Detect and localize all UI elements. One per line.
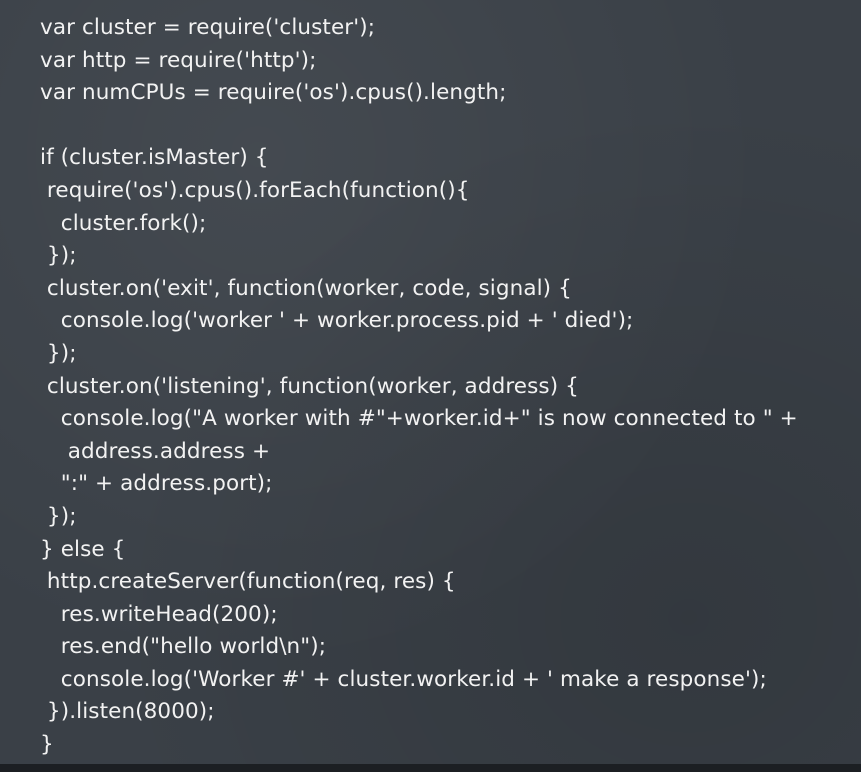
code-line: cluster.fork(); xyxy=(40,210,207,236)
code-line: console.log('Worker #' + cluster.worker.… xyxy=(40,666,767,692)
code-line: }); xyxy=(40,340,77,366)
code-block: var cluster = require('cluster'); var ht… xyxy=(40,12,850,762)
code-line: cluster.on('exit', function(worker, code… xyxy=(40,275,572,301)
code-line: require('os').cpus().forEach(function(){ xyxy=(40,177,470,203)
chalkboard-slide: var cluster = require('cluster'); var ht… xyxy=(0,0,861,766)
bottom-bar xyxy=(0,764,861,772)
code-line: address.address + xyxy=(40,438,271,464)
code-line: } else { xyxy=(40,536,126,562)
code-line: ":" + address.port); xyxy=(40,471,273,497)
code-line: var numCPUs = require('os').cpus().lengt… xyxy=(40,80,507,106)
code-line: console.log('worker ' + worker.process.p… xyxy=(40,308,634,334)
code-line: }); xyxy=(40,243,77,269)
code-line: console.log("A worker with #"+worker.id+… xyxy=(40,406,798,432)
code-line: if (cluster.isMaster) { xyxy=(40,145,269,171)
code-line: res.writeHead(200); xyxy=(40,601,278,627)
code-line: }).listen(8000); xyxy=(40,699,215,725)
code-line: res.end("hello world\n"); xyxy=(40,634,327,660)
code-line: cluster.on('listening', function(worker,… xyxy=(40,373,579,399)
code-line: var http = require('http'); xyxy=(40,47,317,73)
code-line: http.createServer(function(req, res) { xyxy=(40,569,456,595)
code-line: } xyxy=(40,732,54,758)
code-line: }); xyxy=(40,503,77,529)
code-line: var cluster = require('cluster'); xyxy=(40,15,376,40)
